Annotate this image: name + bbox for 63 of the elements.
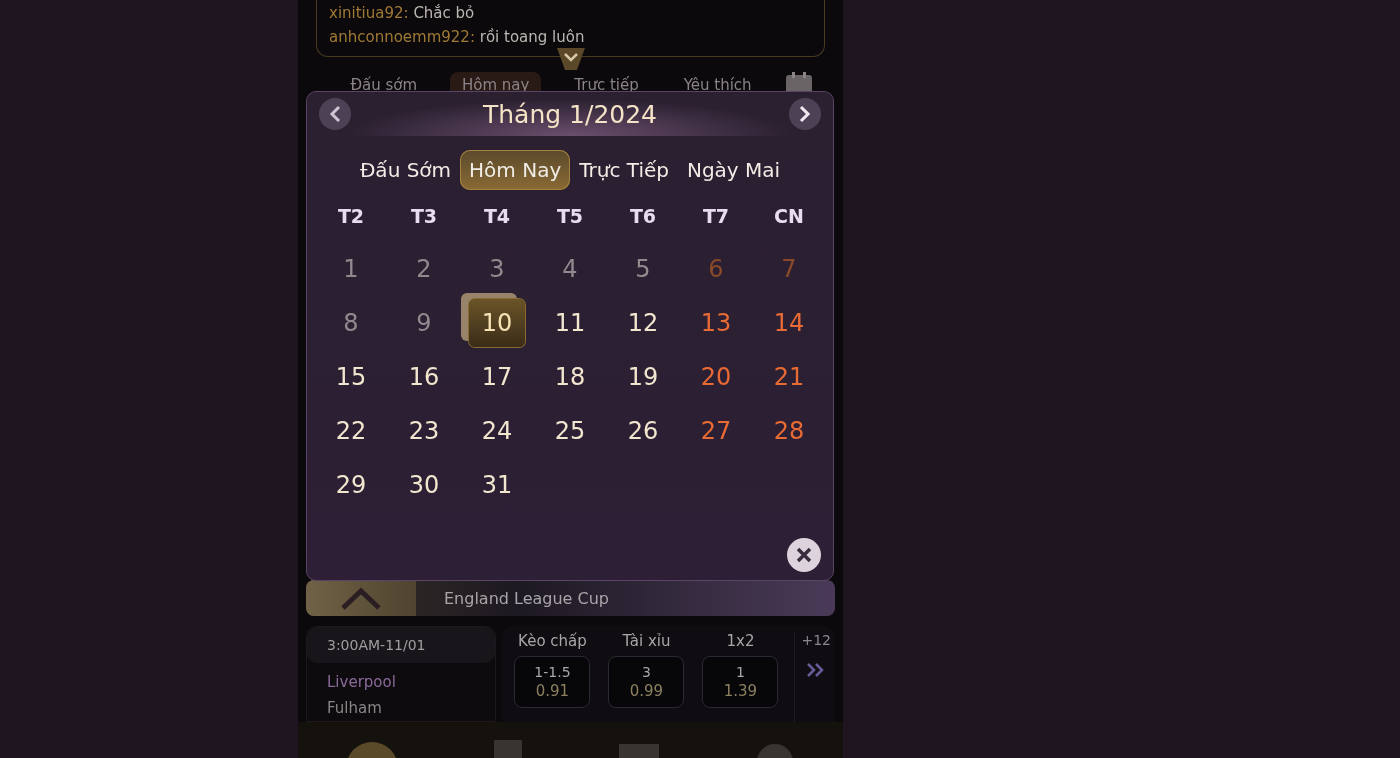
market-name: Tài xỉu [622, 632, 671, 650]
day-cell[interactable]: 24 [473, 407, 521, 455]
day-cell[interactable]: 23 [400, 407, 448, 455]
filter-tab[interactable]: Hôm Nay [460, 150, 571, 190]
day-cell[interactable]: 31 [473, 461, 521, 509]
day-cell[interactable]: 28 [765, 407, 813, 455]
day-cell[interactable]: 15 [327, 353, 375, 401]
next-month-button[interactable] [789, 98, 821, 130]
day-cell[interactable]: 26 [619, 407, 667, 455]
day-cell[interactable]: 12 [619, 299, 667, 347]
odds-button[interactable]: 3 0.99 [608, 656, 685, 708]
day-cell[interactable]: 3 [473, 245, 521, 293]
previous-month-button[interactable] [319, 98, 351, 130]
day-cell[interactable]: 18 [546, 353, 594, 401]
day-cell[interactable]: 19 [619, 353, 667, 401]
chat-message: anhconnoemm922: rồi toang luôn [329, 28, 586, 46]
day-cell[interactable]: 16 [400, 353, 448, 401]
day-cell[interactable]: 25 [546, 407, 594, 455]
filter-tab[interactable]: Ngày Mai [677, 150, 790, 190]
match-time: 3:00AM-11/01 [307, 627, 496, 663]
filter-tab[interactable]: Đấu Sớm [350, 150, 461, 190]
day-cell[interactable]: 5 [619, 245, 667, 293]
team-name: Liverpool [326, 672, 397, 693]
weekday-label: T3 [409, 204, 439, 229]
chevron-left-icon [328, 105, 342, 123]
league-name: England League Cup [444, 588, 609, 608]
market-name: 1x2 [726, 632, 755, 650]
day-cell[interactable]: 10 [469, 299, 525, 347]
weekday-label: T7 [701, 204, 731, 229]
weekday-label: T2 [336, 204, 366, 229]
day-cell[interactable]: 29 [327, 461, 375, 509]
day-cell[interactable]: 30 [400, 461, 448, 509]
league-header[interactable]: England League Cup [306, 580, 835, 616]
day-cell[interactable]: 2 [400, 245, 448, 293]
day-cell[interactable]: 8 [327, 299, 375, 347]
day-cell[interactable]: 20 [692, 353, 740, 401]
more-markets-count: +12 [801, 632, 831, 648]
day-cell[interactable]: 21 [765, 353, 813, 401]
day-cell[interactable]: 27 [692, 407, 740, 455]
chat-message: xinitiua92: Chắc bỏ [329, 4, 476, 22]
day-cell[interactable]: 14 [765, 299, 813, 347]
day-cell[interactable]: 4 [546, 245, 594, 293]
day-cell[interactable]: 13 [692, 299, 740, 347]
day-cell[interactable]: 22 [327, 407, 375, 455]
close-icon [796, 547, 812, 563]
weekday-label: T5 [555, 204, 585, 229]
chevron-down-icon[interactable] [556, 48, 585, 70]
weekday-label: CN [773, 204, 805, 229]
market-name: Kèo chấp [518, 632, 587, 650]
chevron-up-icon [340, 586, 382, 610]
close-button[interactable] [787, 538, 821, 572]
day-cell[interactable]: 11 [546, 299, 594, 347]
chevron-right-icon [798, 105, 812, 123]
odds-button[interactable]: 1 1.39 [702, 656, 779, 708]
weekday-label: T4 [482, 204, 512, 229]
day-cell[interactable]: 9 [400, 299, 448, 347]
day-cell[interactable]: 1 [327, 245, 375, 293]
month-title: Tháng 1/2024 [482, 99, 658, 129]
odds-button[interactable]: 1-1.5 0.91 [514, 656, 591, 708]
team-name: Fulham [326, 698, 383, 719]
weekday-label: T6 [628, 204, 658, 229]
filter-tab[interactable]: Trực Tiếp [570, 150, 678, 190]
day-cell[interactable]: 17 [473, 353, 521, 401]
